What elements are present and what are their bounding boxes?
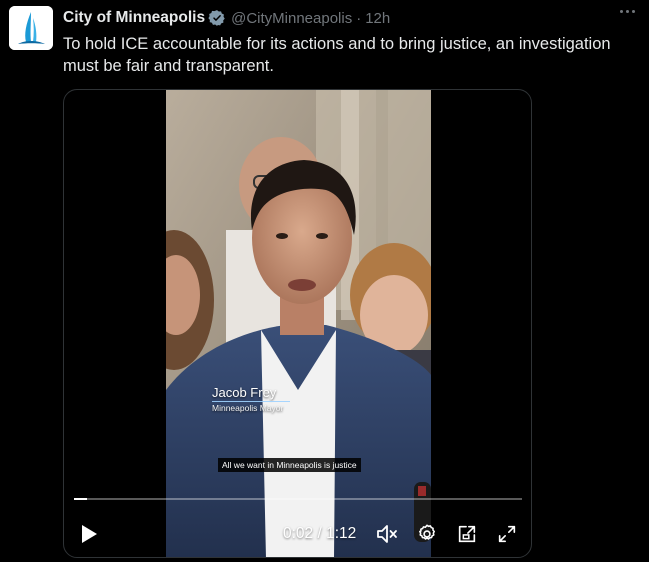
author-name[interactable]: City of Minneapolis [63,9,205,27]
timecode: 0:02 / 1:12 [283,525,357,542]
tweet-header: City of Minneapolis @CityMinneapolis · 1… [63,8,641,28]
speaker-name: Jacob Frey [212,385,277,400]
video-still-image [166,90,431,557]
expand-icon[interactable] [494,520,520,548]
tweet-text: To hold ICE accountable for its actions … [63,35,611,75]
speaker-title: Minneapolis Mayor [212,403,284,413]
lower-third-divider [212,401,290,402]
video-player[interactable]: Jacob Frey Minneapolis Mayor All we want… [63,89,532,558]
progress-fill [74,498,87,500]
author-handle[interactable]: @CityMinneapolis [231,10,352,27]
timestamp[interactable]: 12h [365,10,390,27]
gear-icon[interactable] [414,520,440,548]
avatar[interactable] [9,6,53,50]
video-caption: All we want in Minneapolis is justice [218,458,361,472]
separator: · [356,9,362,27]
progress-bar[interactable] [74,498,522,500]
city-logo-icon [9,6,53,50]
verified-badge-icon [208,9,226,27]
play-icon[interactable] [78,520,100,548]
picture-in-picture-icon[interactable] [454,520,480,548]
lower-third: Jacob Frey Minneapolis Mayor [212,386,332,413]
more-horizontal-icon[interactable] [615,2,639,20]
video-frame [166,90,431,557]
tweet: City of Minneapolis @CityMinneapolis · 1… [0,0,649,562]
speaker-muted-icon[interactable] [374,520,400,548]
